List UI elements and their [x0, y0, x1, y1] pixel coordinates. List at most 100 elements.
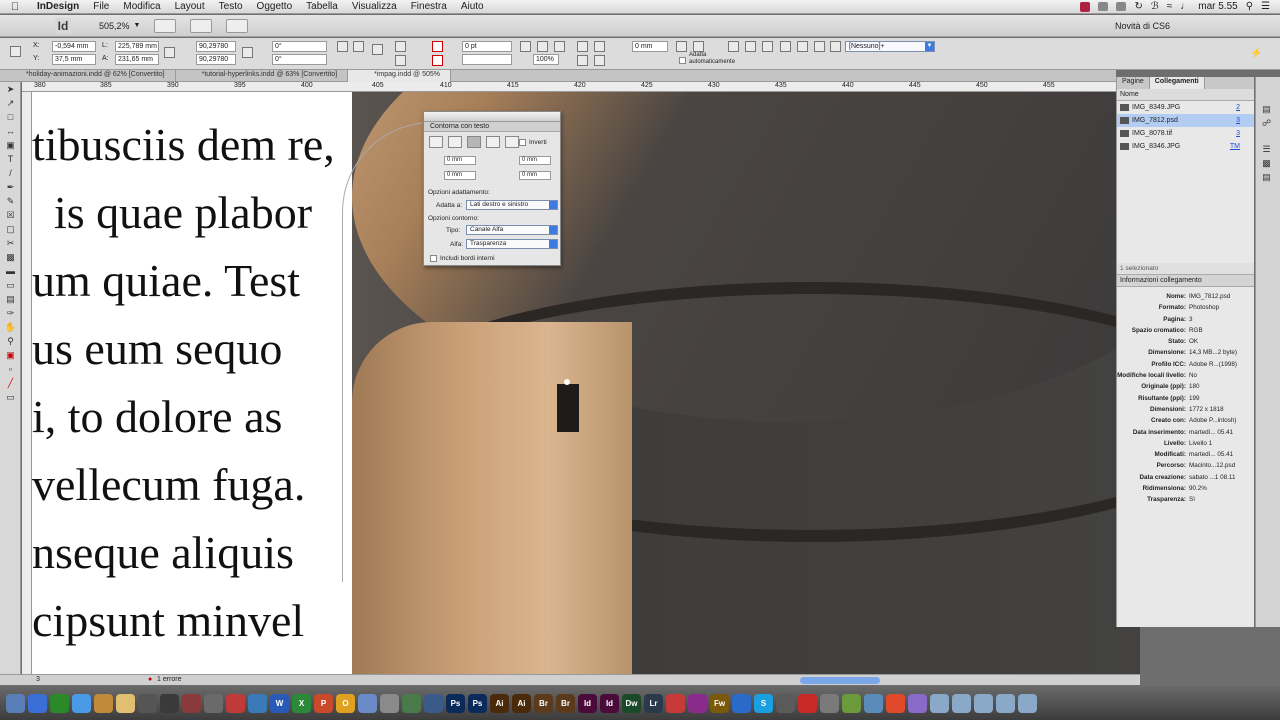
content-collector-icon[interactable]: ▣: [3, 139, 18, 151]
link-row[interactable]: IMG_8346.JPG TM: [1117, 140, 1254, 153]
workspace-switcher[interactable]: Novità di CS6: [1115, 21, 1170, 31]
dock-app-icon[interactable]: [50, 693, 69, 713]
panel-titlebar[interactable]: [424, 112, 560, 122]
link-scale-icon[interactable]: [242, 47, 253, 58]
fill-stroke-icon[interactable]: ▣: [3, 349, 18, 361]
swatches-panel-icon[interactable]: ▩: [1259, 157, 1274, 169]
dock-app-icon[interactable]: [424, 693, 443, 713]
dock-app-icon[interactable]: P: [314, 693, 333, 713]
gradient-tool-icon[interactable]: ▬: [3, 265, 18, 277]
scale-x-field[interactable]: 90,29780: [196, 41, 236, 52]
dock-app-icon[interactable]: O: [336, 693, 355, 713]
chevron-down-icon[interactable]: ▼: [134, 22, 141, 29]
fx-icon[interactable]: [554, 41, 565, 52]
dock-app-icon[interactable]: [182, 693, 201, 713]
bottom-offset-field[interactable]: 0 mm: [444, 171, 476, 180]
dock-app-icon[interactable]: [952, 693, 971, 713]
dock-app-icon[interactable]: [380, 693, 399, 713]
dock-app-icon[interactable]: W: [270, 693, 289, 713]
formatting-icon[interactable]: ▫: [3, 363, 18, 375]
apple-menu-icon[interactable]: : [0, 1, 30, 13]
distribute-icon-3[interactable]: [762, 41, 773, 52]
rotate-cw-icon[interactable]: [337, 41, 348, 52]
tab-impag[interactable]: *impag.indd @ 505%: [348, 70, 452, 82]
path-icon[interactable]: [372, 44, 383, 55]
align-icon[interactable]: [676, 41, 687, 52]
dock-app-icon[interactable]: Ps: [468, 693, 487, 713]
align-left-icon[interactable]: [780, 41, 791, 52]
dock-app-icon[interactable]: Ps: [446, 693, 465, 713]
distribute-icon[interactable]: [728, 41, 739, 52]
dock-app-icon[interactable]: [864, 693, 883, 713]
rotate-ccw-icon[interactable]: [353, 41, 364, 52]
zoom-level[interactable]: 505,2%: [99, 21, 130, 31]
link-page[interactable]: 2: [1236, 101, 1240, 114]
links-column-header[interactable]: Nome: [1117, 89, 1254, 101]
menu-layout[interactable]: Layout: [168, 1, 212, 12]
wrap-icon[interactable]: [830, 41, 841, 52]
dock-app-icon[interactable]: [358, 693, 377, 713]
page-number[interactable]: 3: [36, 676, 40, 683]
dock-app-icon[interactable]: [666, 693, 685, 713]
align-icon-2[interactable]: [693, 41, 704, 52]
page-tool-icon[interactable]: □: [3, 111, 18, 123]
x-field[interactable]: -0,594 mm: [52, 41, 96, 52]
dock-app-icon[interactable]: [226, 693, 245, 713]
menu-aiuto[interactable]: Aiuto: [454, 1, 491, 12]
menu-oggetto[interactable]: Oggetto: [250, 1, 300, 12]
dock-app-icon[interactable]: [204, 693, 223, 713]
height-field[interactable]: 231,65 mm: [115, 54, 159, 65]
auto-fit-checkbox[interactable]: [679, 57, 686, 64]
zoom-tool-icon[interactable]: ⚲: [3, 335, 18, 347]
dock-app-icon[interactable]: [116, 693, 135, 713]
dock-app-icon[interactable]: [94, 693, 113, 713]
type-tool-icon[interactable]: T: [3, 153, 18, 165]
dock-app-icon[interactable]: [72, 693, 91, 713]
flip-horizontal-icon[interactable]: [395, 41, 406, 52]
jump-next-column-icon[interactable]: [505, 136, 519, 148]
right-offset-field[interactable]: 0 mm: [519, 171, 551, 180]
dock-app-icon[interactable]: Fw: [710, 693, 729, 713]
invert-checkbox[interactable]: [519, 139, 526, 146]
align-right-icon[interactable]: [814, 41, 825, 52]
pages-panel-icon[interactable]: ▤: [1259, 103, 1274, 115]
dock-app-icon[interactable]: [28, 693, 47, 713]
wrap-bounding-box-icon[interactable]: [448, 136, 462, 148]
menu-app-name[interactable]: InDesign: [30, 1, 86, 12]
dock-app-icon[interactable]: Dw: [622, 693, 641, 713]
timemachine-icon[interactable]: ↻: [1134, 1, 1142, 12]
menu-finestra[interactable]: Finestra: [404, 1, 454, 12]
distribute-icon-2[interactable]: [745, 41, 756, 52]
fill-none-icon[interactable]: [432, 41, 443, 52]
reference-point-icon[interactable]: [10, 46, 21, 57]
tab-tutorial-hyperlinks[interactable]: *tutorial-hyperlinks.indd @ 63% [Convert…: [176, 70, 349, 82]
dock-app-icon[interactable]: [886, 693, 905, 713]
tray-monitor-icon[interactable]: [1098, 2, 1109, 11]
tab-pagine[interactable]: Pagine: [1117, 77, 1150, 89]
dock-app-icon[interactable]: [6, 693, 25, 713]
eyedropper-tool-icon[interactable]: ✑: [3, 307, 18, 319]
dock-app-icon[interactable]: [820, 693, 839, 713]
stroke-weight-field[interactable]: 0 pt: [462, 41, 512, 52]
menu-visualizza[interactable]: Visualizza: [345, 1, 404, 12]
object-style-dropdown[interactable]: [Nessuno]+ ▼: [845, 41, 935, 52]
error-count[interactable]: 1 errore: [157, 676, 182, 683]
notification-icon[interactable]: ☰: [1261, 1, 1270, 12]
dock-app-icon[interactable]: Id: [600, 693, 619, 713]
dock-app-icon[interactable]: [776, 693, 795, 713]
bluetooth-icon[interactable]: ℬ: [1151, 1, 1159, 12]
tab-collegamenti[interactable]: Collegamenti: [1149, 77, 1205, 89]
dock-app-icon[interactable]: [248, 693, 267, 713]
shear-field[interactable]: 0°: [272, 54, 327, 65]
dock-app-icon[interactable]: Ai: [490, 693, 509, 713]
stroke-panel-icon[interactable]: ☰: [1259, 143, 1274, 155]
dock-app-icon[interactable]: Ai: [512, 693, 531, 713]
dock-app-icon[interactable]: [138, 693, 157, 713]
pen-tool-icon[interactable]: ✒: [3, 181, 18, 193]
link-row[interactable]: IMG_8349.JPG 2: [1117, 101, 1254, 114]
flip-vertical-icon[interactable]: [395, 55, 406, 66]
fit-content-icon[interactable]: [594, 41, 605, 52]
line-tool-icon[interactable]: /: [3, 167, 18, 179]
rotation-field[interactable]: 0°: [272, 41, 327, 52]
left-offset-field[interactable]: 0 mm: [519, 156, 551, 165]
